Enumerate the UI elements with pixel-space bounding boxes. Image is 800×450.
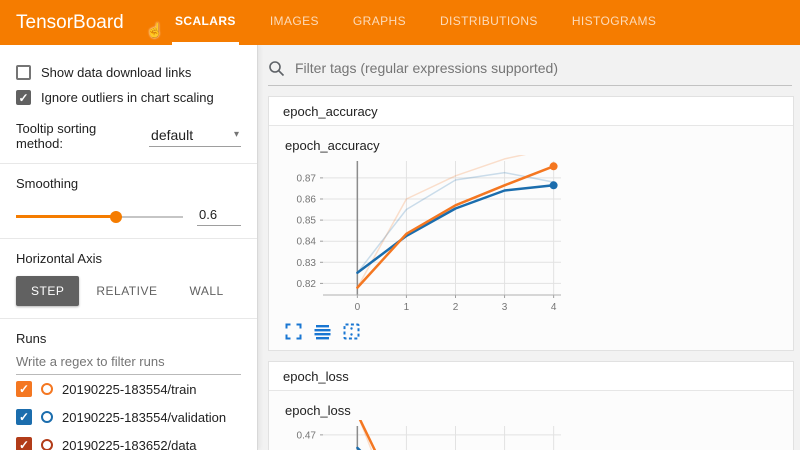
run-label: 20190225-183652/data	[62, 438, 196, 450]
tag-group-epoch-accuracy: epoch_accuracy epoch_accuracy 0.820.830.…	[268, 96, 794, 351]
svg-text:0.86: 0.86	[297, 194, 317, 205]
tab-histograms[interactable]: HISTOGRAMS	[569, 0, 659, 45]
svg-text:0.84: 0.84	[297, 237, 317, 248]
chart-title: epoch_accuracy	[285, 138, 793, 153]
step-button[interactable]: STEP	[16, 276, 79, 306]
sidebar: ✓ Show data download links ✓ Ignore outl…	[0, 45, 258, 450]
app-title: TensorBoard	[0, 0, 150, 45]
svg-text:0.82: 0.82	[297, 279, 317, 290]
horizontal-axis-section: Horizontal Axis STEP RELATIVE WALL	[0, 238, 257, 318]
svg-text:0.87: 0.87	[297, 173, 317, 184]
runs-section: Runs ✓ 20190225-183554/train ✓ 20190225-…	[0, 318, 257, 450]
horizontal-axis-label: Horizontal Axis	[16, 251, 241, 266]
checkbox-label: Show data download links	[41, 65, 191, 80]
run-checkbox-icon: ✓	[16, 381, 32, 397]
cursor-icon: ☝	[146, 22, 163, 39]
smoothing-value-input[interactable]: 0.6	[197, 207, 241, 226]
tab-images[interactable]: IMAGES	[267, 0, 322, 45]
app-header: TensorBoard SCALARS IMAGES GRAPHS DISTRI…	[0, 0, 800, 45]
svg-text:3: 3	[502, 302, 508, 313]
svg-text:0: 0	[355, 302, 361, 313]
run-row-validation[interactable]: ✓ 20190225-183554/validation	[16, 403, 241, 431]
show-download-links-checkbox[interactable]: ✓ Show data download links	[16, 65, 241, 80]
tab-graphs[interactable]: GRAPHS	[350, 0, 409, 45]
tab-bar: SCALARS IMAGES GRAPHS DISTRIBUTIONS HIST…	[172, 0, 659, 45]
runs-label: Runs	[16, 331, 241, 346]
tooltip-sorting-label: Tooltip sorting method:	[16, 121, 141, 151]
ignore-outliers-checkbox[interactable]: ✓ Ignore outliers in chart scaling	[16, 90, 241, 105]
chart-toolbar	[283, 323, 793, 340]
checkbox-icon: ✓	[16, 65, 31, 80]
slider-knob[interactable]	[110, 211, 122, 223]
run-label: 20190225-183554/train	[62, 382, 196, 397]
wall-button[interactable]: WALL	[174, 276, 238, 306]
slider-fill	[16, 215, 116, 218]
checkbox-icon: ✓	[16, 90, 31, 105]
horizontal-axis-buttons: STEP RELATIVE WALL	[16, 276, 241, 306]
run-color-circle	[41, 383, 53, 395]
svg-text:0.83: 0.83	[297, 258, 317, 269]
svg-text:2: 2	[453, 302, 459, 313]
tag-filter	[268, 59, 792, 86]
tab-scalars[interactable]: SCALARS	[172, 0, 239, 45]
run-row-train[interactable]: ✓ 20190225-183554/train	[16, 375, 241, 403]
tag-group-body: epoch_accuracy 0.820.830.840.850.860.870…	[269, 126, 793, 350]
chart-title: epoch_loss	[285, 403, 793, 418]
tooltip-sorting-dropdown[interactable]: default ▾	[149, 126, 241, 147]
tooltip-sorting-row: Tooltip sorting method: default ▾	[16, 121, 241, 151]
log-scale-icon[interactable]	[314, 323, 331, 340]
svg-text:0.85: 0.85	[297, 216, 317, 227]
svg-text:1: 1	[404, 302, 410, 313]
epoch-accuracy-plot[interactable]: 0.82 0.83 0.84 0.85 0.86 0.87 0 1 2 3 4	[283, 155, 567, 317]
epoch-loss-plot[interactable]: 0.430.450.4701234	[283, 420, 567, 450]
scalar-chart-epoch-accuracy: epoch_accuracy 0.820.830.840.850.860.870…	[283, 138, 793, 340]
tooltip-sorting-value: default	[151, 127, 193, 143]
run-color-circle	[41, 411, 53, 423]
general-settings-section: ✓ Show data download links ✓ Ignore outl…	[0, 45, 257, 163]
tag-group-header[interactable]: epoch_accuracy	[269, 97, 793, 126]
run-row-data[interactable]: ✓ 20190225-183652/data	[16, 431, 241, 450]
smoothing-label: Smoothing	[16, 176, 241, 191]
tag-group-body: epoch_loss 0.430.450.4701234	[269, 391, 793, 450]
relative-button[interactable]: RELATIVE	[81, 276, 172, 306]
runs-filter-input[interactable]	[16, 352, 241, 375]
fit-domain-icon[interactable]	[343, 323, 360, 340]
checkbox-label: Ignore outliers in chart scaling	[41, 90, 214, 105]
run-checkbox-icon: ✓	[16, 409, 32, 425]
tab-distributions[interactable]: DISTRIBUTIONS	[437, 0, 541, 45]
run-color-circle	[41, 439, 53, 450]
scalar-chart-epoch-loss: epoch_loss 0.430.450.4701234	[283, 403, 793, 450]
run-checkbox-icon: ✓	[16, 437, 32, 450]
smoothing-slider[interactable]	[16, 210, 183, 224]
caret-down-icon: ▾	[234, 129, 239, 140]
expand-icon[interactable]	[285, 323, 302, 340]
tag-group-header[interactable]: epoch_loss	[269, 362, 793, 391]
main-pane: epoch_accuracy epoch_accuracy 0.820.830.…	[258, 45, 800, 450]
tag-filter-input[interactable]	[293, 59, 792, 77]
run-label: 20190225-183554/validation	[62, 410, 226, 425]
svg-text:4: 4	[551, 302, 557, 313]
svg-text:0.47: 0.47	[297, 430, 317, 441]
tag-group-epoch-loss: epoch_loss epoch_loss 0.430.450.4701234	[268, 361, 794, 450]
smoothing-section: Smoothing 0.6	[0, 163, 257, 238]
search-icon	[268, 60, 285, 77]
